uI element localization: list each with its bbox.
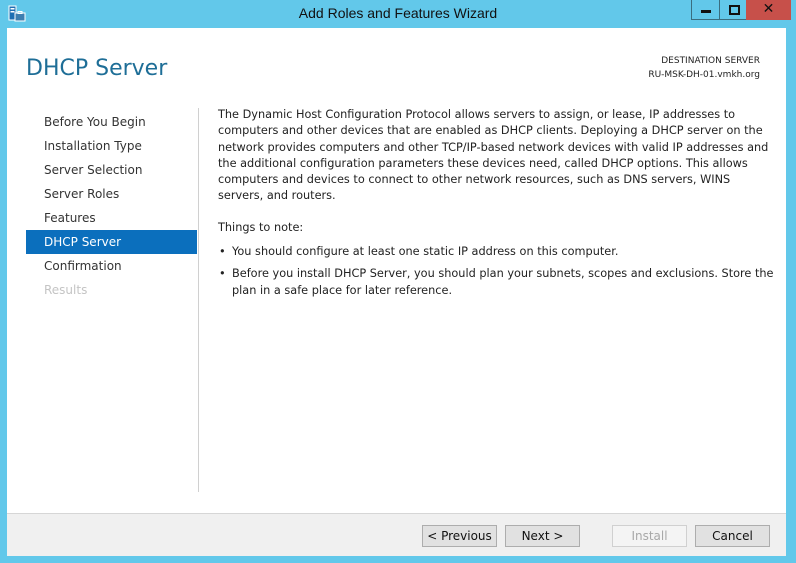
page-content: The Dynamic Host Configuration Protocol … [218, 107, 778, 305]
nav-item-server-selection[interactable]: Server Selection [26, 158, 197, 182]
previous-button[interactable]: < Previous [422, 525, 497, 547]
note-item: Before you install DHCP Server, you shou… [218, 266, 778, 299]
page-title: DHCP Server [26, 56, 168, 81]
next-button[interactable]: Next > [505, 525, 580, 547]
close-button[interactable]: ✕ [746, 0, 791, 20]
close-icon: ✕ [762, 1, 775, 17]
notes-heading: Things to note: [218, 220, 304, 234]
dhcp-description: The Dynamic Host Configuration Protocol … [218, 108, 769, 203]
destination-server-name: RU-MSK-DH-01.vmkh.org [648, 70, 760, 80]
wizard-footer: < Previous Next > Install Cancel [7, 513, 786, 556]
cancel-button[interactable]: Cancel [695, 525, 770, 547]
nav-item-server-roles[interactable]: Server Roles [26, 182, 197, 206]
nav-item-features[interactable]: Features [26, 206, 197, 230]
nav-item-dhcp-server[interactable]: DHCP Server [26, 230, 197, 254]
window-title: Add Roles and Features Wizard [298, 5, 498, 21]
minimize-button[interactable] [691, 0, 720, 20]
nav-item-confirmation[interactable]: Confirmation [26, 254, 197, 278]
nav-item-results: Results [44, 283, 88, 297]
note-item: You should configure at least one static… [218, 244, 778, 261]
title-bar[interactable]: Add Roles and Features Wizard ✕ [0, 0, 796, 28]
destination-server-info: DESTINATION SERVER RU-MSK-DH-01.vmkh.org [648, 54, 760, 82]
nav-divider [198, 108, 199, 492]
nav-item-before-you-begin[interactable]: Before You Begin [26, 110, 197, 134]
notes-list: You should configure at least one static… [218, 244, 778, 299]
wizard-nav: Before You Begin Installation Type Serve… [26, 110, 197, 302]
wizard-body: DHCP Server DESTINATION SERVER RU-MSK-DH… [7, 28, 786, 513]
nav-item-installation-type[interactable]: Installation Type [26, 134, 197, 158]
destination-label: DESTINATION SERVER [661, 56, 760, 66]
install-button: Install [612, 525, 687, 547]
maximize-button[interactable] [719, 0, 747, 20]
